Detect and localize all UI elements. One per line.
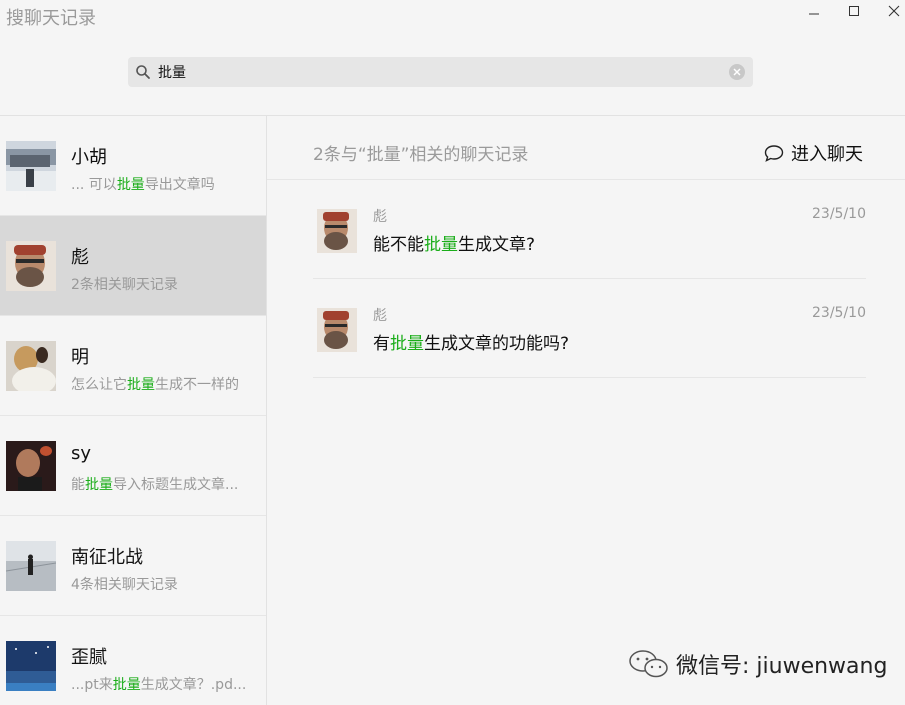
maximize-button[interactable] <box>834 0 874 22</box>
search-icon <box>136 65 150 79</box>
contact-name: 明 <box>71 347 89 368</box>
avatar <box>317 209 357 253</box>
contact-snippet: 怎么让它批量生成不一样的 <box>71 377 239 393</box>
search-input[interactable] <box>158 61 718 83</box>
contact-snippet: 能批量导入标题生成文章... <box>71 477 239 493</box>
avatar <box>317 308 357 352</box>
message-sender: 彪 <box>373 308 387 324</box>
avatar <box>6 241 56 291</box>
contact-snippet: ... 可以批量导出文章吗 <box>71 177 215 193</box>
close-icon <box>888 5 900 17</box>
contact-item[interactable]: 小胡 ... 可以批量导出文章吗 <box>0 116 266 216</box>
enter-chat-label: 进入聊天 <box>791 144 863 165</box>
close-button[interactable] <box>874 0 905 22</box>
message-result[interactable]: 彪 23/5/10 能不能批量生成文章? <box>313 180 866 279</box>
enter-chat-button[interactable]: 进入聊天 <box>764 140 863 166</box>
avatar <box>6 141 56 191</box>
window-title: 搜聊天记录 <box>6 8 96 29</box>
avatar <box>6 541 56 591</box>
message-text: 能不能批量生成文章? <box>373 235 536 255</box>
contact-snippet: ...pt来批量生成文章？.pd... <box>71 677 247 693</box>
message-date: 23/5/10 <box>812 206 866 222</box>
contact-snippet: 2条相关聊天记录 <box>71 277 178 293</box>
maximize-icon <box>849 6 859 16</box>
contact-name: sy <box>71 443 92 464</box>
watermark-text: 微信号: jiuwenwang <box>676 654 888 679</box>
clear-search-button[interactable] <box>729 64 745 80</box>
wechat-logo-icon <box>629 650 668 678</box>
contact-snippet: 4条相关聊天记录 <box>71 577 178 593</box>
title-bar: 搜聊天记录 <box>0 0 905 32</box>
message-sender: 彪 <box>373 209 387 225</box>
avatar <box>6 441 56 491</box>
minimize-icon <box>809 13 819 15</box>
chat-bubble-icon <box>764 145 784 162</box>
avatar <box>6 641 56 691</box>
pane-divider <box>266 115 267 705</box>
clear-icon <box>733 68 741 76</box>
minimize-button[interactable] <box>794 0 834 22</box>
message-date: 23/5/10 <box>812 305 866 321</box>
contact-item[interactable]: 歪腻 ...pt来批量生成文章？.pd... <box>0 616 266 705</box>
avatar <box>6 341 56 391</box>
contact-name: 歪腻 <box>71 647 107 668</box>
contact-item[interactable]: sy 能批量导入标题生成文章... <box>0 416 266 516</box>
results-header: 2条与“批量”相关的聊天记录 <box>313 145 529 165</box>
message-result[interactable]: 彪 23/5/10 有批量生成文章的功能吗? <box>313 279 866 378</box>
contact-item[interactable]: 彪 2条相关聊天记录 <box>0 216 266 316</box>
watermark: 微信号: jiuwenwang <box>628 648 887 680</box>
search-box <box>128 57 753 87</box>
contact-name: 小胡 <box>71 147 107 168</box>
contact-name: 彪 <box>71 247 89 268</box>
contact-item[interactable]: 南征北战 4条相关聊天记录 <box>0 516 266 616</box>
contact-list[interactable]: 小胡 ... 可以批量导出文章吗 彪 2条相关聊天记录 明 怎么让它批量生成不一… <box>0 116 266 705</box>
contact-name: 南征北战 <box>71 547 143 568</box>
message-text: 有批量生成文章的功能吗? <box>373 334 570 354</box>
contact-item[interactable]: 明 怎么让它批量生成不一样的 <box>0 316 266 416</box>
